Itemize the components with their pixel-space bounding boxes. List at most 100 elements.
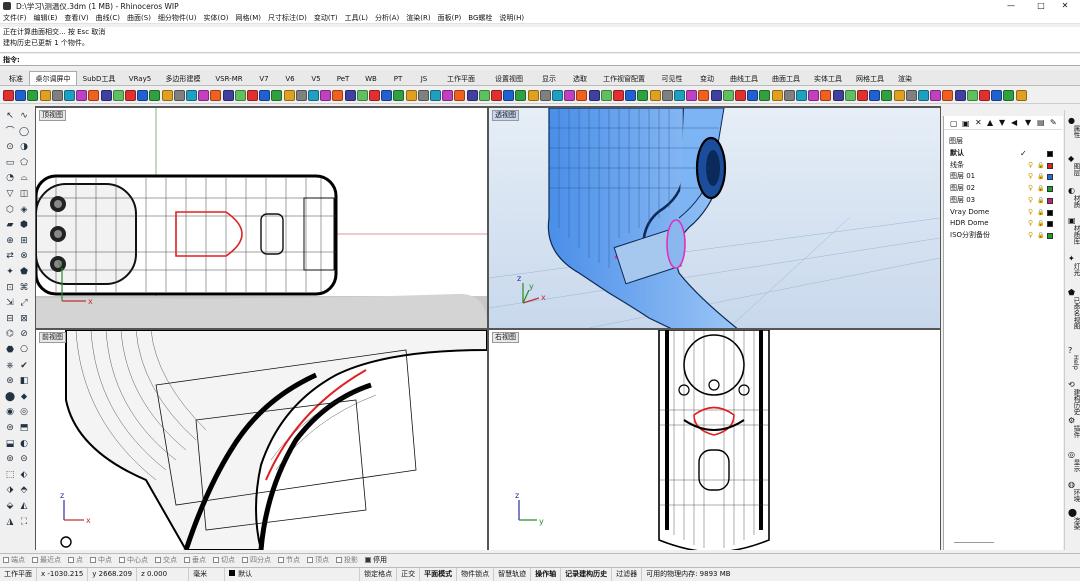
tab-item[interactable]: 曲线工具 [723,71,765,85]
side-tab[interactable]: 材质 [1067,195,1080,208]
tab-item[interactable]: SubD工具 [77,71,121,85]
viewport-label[interactable]: 透视图 [492,110,519,121]
tab-item[interactable]: 网格工具 [849,71,891,85]
tool-button[interactable]: ⊜ [4,422,16,434]
tool-button[interactable]: ⊙ [4,141,16,153]
osnap-toggle[interactable]: 切点 [213,555,235,565]
new-layer-icon[interactable]: ▢ [950,119,958,128]
toolbar-button[interactable] [442,90,454,101]
toggle-filter[interactable]: 过滤器 [612,568,643,581]
viewport-label[interactable]: 前视图 [39,332,66,343]
checkbox[interactable] [90,557,96,563]
side-tab[interactable]: 图层 [1067,163,1080,176]
tool-button[interactable]: ⊘ [18,328,30,340]
toolbar-button[interactable] [320,90,332,101]
layer-row[interactable]: 图层 02 ♀ 🔒 [944,183,1062,195]
lock-icon[interactable]: 🔒 [1037,171,1044,183]
checkbox[interactable] [3,557,9,563]
tool-button[interactable]: ⎔ [18,344,30,356]
toolbar-button[interactable] [637,90,649,101]
toolbar-button[interactable] [405,90,417,101]
toolbar-button[interactable] [905,90,917,101]
menu-render[interactable]: 渲染(R) [406,13,430,23]
tool-button[interactable]: ⬣ [4,344,16,356]
menu-edit[interactable]: 编辑(E) [34,13,58,23]
menu-dimension[interactable]: 尺寸标注(D) [268,13,307,23]
toolbar-button[interactable] [3,90,14,101]
move-up-icon[interactable]: ▲ [987,118,993,127]
toolbar-button[interactable] [832,90,844,101]
tab-item[interactable]: VSR-MR [207,71,251,85]
tool-button[interactable]: ◧ [18,375,30,387]
tool-button[interactable]: ⬗ [4,484,16,496]
layer-color-swatch[interactable] [1047,162,1053,169]
osnap-toggle[interactable]: 端点 [3,555,25,565]
menu-help[interactable]: 说明(H) [499,13,524,23]
tool-button[interactable]: ⬠ [18,157,30,169]
tab-item[interactable]: 工作平面 [437,71,485,85]
toolbar-button[interactable] [759,90,771,101]
tool-button[interactable]: ⬢ [18,219,30,231]
toolbar-button[interactable] [674,90,685,101]
tool-button[interactable]: ⊞ [18,235,30,247]
checkbox[interactable] [307,557,313,563]
visibility-icon[interactable]: ♀ [1028,218,1033,230]
tool-button[interactable]: ⊕ [4,235,16,247]
tool-button[interactable]: ⌒ [4,126,16,138]
toolbar-button[interactable] [527,90,539,101]
toolbar-button[interactable] [783,90,795,101]
layer-color-swatch[interactable] [1047,174,1053,181]
side-tab[interactable]: 显示 [1067,459,1080,472]
toolbar-button[interactable] [796,90,807,101]
tool-button[interactable]: ⬒ [18,422,30,434]
current-layer[interactable]: 默认 [225,568,361,581]
layer-row[interactable]: 图层 01 ♀ 🔒 [944,171,1062,183]
checkbox[interactable] [119,557,125,563]
tab-item[interactable]: 实体工具 [807,71,849,85]
tab-item[interactable]: V5 [303,71,329,85]
side-tab[interactable]: 属性 [1067,125,1080,138]
toolbar-button[interactable] [356,90,368,101]
toolbar-button[interactable] [88,90,100,101]
side-tab[interactable]: 已命名视图 [1067,297,1080,330]
tool-button[interactable]: ⊠ [18,313,30,325]
menu-curve[interactable]: 曲线(C) [96,13,120,23]
tool-button[interactable]: ⊡ [4,282,16,294]
toolbar-button[interactable] [100,90,112,101]
tool-button[interactable]: ⌓ [18,172,30,184]
osnap-toggle[interactable]: 点 [68,555,83,565]
tool-button[interactable]: ◑ [18,141,30,153]
osnap-toggle[interactable]: 中点 [90,555,112,565]
toolbar-button[interactable] [283,90,295,101]
tool-button[interactable]: ◔ [4,172,16,184]
toolbar-button[interactable] [39,90,51,101]
toolbar-button[interactable] [649,90,661,101]
osnap-toggle[interactable]: 投影 [336,555,358,565]
toolbar-button[interactable] [417,90,429,101]
tab-item[interactable]: PeT [329,71,357,85]
toolbar-button[interactable] [564,90,576,101]
tool-button[interactable]: ⊟ [4,313,16,325]
tab-item[interactable]: PT [385,71,411,85]
toolbar-button[interactable] [881,90,893,101]
tool-button[interactable]: ▰ [4,219,16,231]
layer-row[interactable]: 默认 ✓ [944,148,1062,160]
toolbar-button[interactable] [820,90,832,101]
tool-button[interactable]: ⬤ [4,391,16,403]
tool-button[interactable]: ▭ [4,157,16,169]
toolbar-button[interactable] [454,90,466,101]
toolbar-button[interactable] [344,90,356,101]
side-tab[interactable]: 渲染 [1067,517,1080,530]
toolbar-button[interactable] [539,90,551,101]
toolbar-button[interactable] [613,90,624,101]
side-tab[interactable]: Help [1067,355,1080,370]
visibility-icon[interactable]: ♀ [1028,183,1033,195]
osnap-toggle[interactable]: 垂点 [184,555,206,565]
menu-view[interactable]: 查看(V) [64,13,88,23]
toolbar-button[interactable] [686,90,698,101]
toggle-grid-snap[interactable]: 锁定格点 [360,568,398,581]
toolbar-button[interactable] [173,90,185,101]
tool-button[interactable]: ⊗ [18,250,30,262]
tool-button[interactable]: ⬘ [18,484,30,496]
visibility-icon[interactable]: ♀ [1028,207,1033,219]
